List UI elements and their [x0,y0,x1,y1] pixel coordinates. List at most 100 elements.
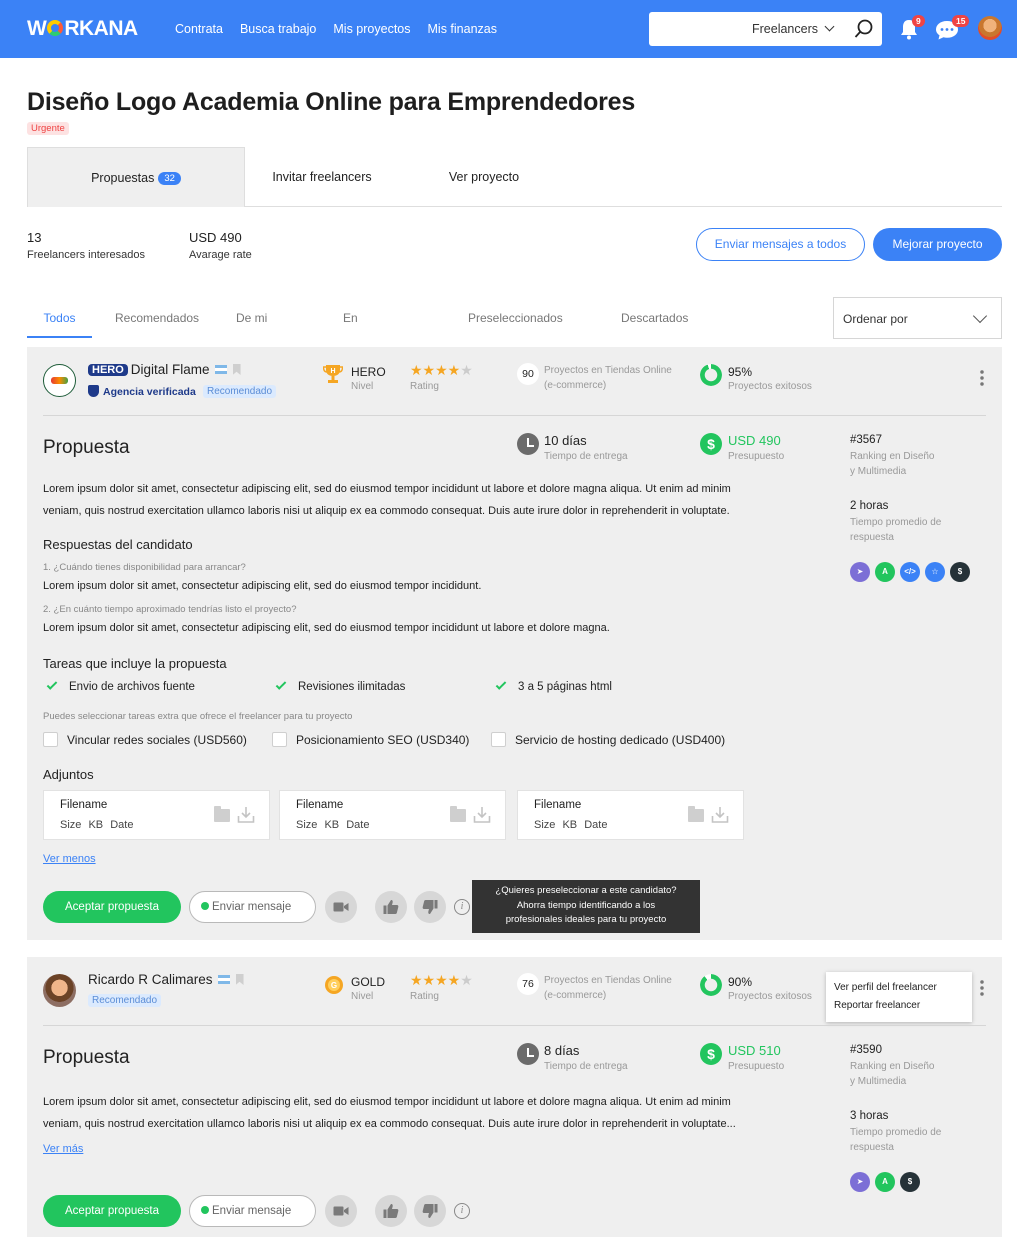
extra-task-label: Vincular redes sociales [67,733,191,747]
extra-task-checkbox[interactable]: Servicio de hosting dedicado (USD400) [491,732,725,747]
proposals-count-badge: 32 [158,172,181,185]
checkbox[interactable] [43,732,58,747]
checkbox[interactable] [272,732,287,747]
freelancer-avatar[interactable] [43,974,76,1007]
money-skill-badge-icon: $ [950,562,970,582]
checkbox[interactable] [491,732,506,747]
tab-propuestas[interactable]: Propuestas 32 [27,147,245,207]
bookmark-icon[interactable] [232,364,241,375]
dislike-button[interactable] [414,891,446,923]
workana-logo[interactable]: W RKANA [27,17,138,41]
success-donut [700,364,722,386]
like-button[interactable] [375,1195,407,1227]
attachment-file[interactable]: Filename Size KB Date [43,790,270,840]
extra-task-checkbox[interactable]: Vincular redes sociales (USD560) [43,732,247,747]
included-task: Revisiones ilimitadas [275,679,405,693]
illustrator-skill-badge-icon: A [875,1172,895,1192]
folder-icon[interactable] [214,806,230,822]
bookmark-icon[interactable] [235,974,244,985]
freelancer-name[interactable]: Digital Flame [131,362,210,377]
search-box: Freelancers [649,12,882,46]
tooltip-line2: Ahorra tiempo identificando a los [516,899,656,911]
send-message-button[interactable]: Enviar mensaje [189,1195,316,1227]
nav-busca-trabajo[interactable]: Busca trabajo [240,22,316,36]
proposal-description-line2: veniam, quis nostrud exercitation ullamc… [43,1118,736,1130]
thumbs-down-icon [422,1204,438,1218]
code-skill-badge-icon: </> [900,562,920,582]
search-input[interactable] [657,19,747,39]
projects-text-line2: (e-commerce) [544,990,607,1001]
user-avatar[interactable] [978,16,1002,40]
nav-mis-finanzas[interactable]: Mis finanzas [428,22,497,36]
video-camera-icon [333,902,349,912]
proposal-card: HERO Digital Flame Agencia verificada Rec… [27,347,1002,940]
nav-contrata[interactable]: Contrata [175,22,223,36]
projects-text: Proyectos en Tiendas Online (e-commerce) [544,363,672,393]
info-icon[interactable]: i [454,1203,470,1219]
included-task: Envio de archivos fuente [46,679,195,693]
more-options-icon[interactable] [980,369,984,387]
proposal-description-line1: Lorem ipsum dolor sit amet, consectetur … [43,1096,731,1108]
video-call-button[interactable] [325,891,357,923]
average-rate-label: Avarage rate [189,249,252,261]
tab-ver-proyecto[interactable]: Ver proyecto [427,147,541,207]
delivery-time: 10 días [544,433,587,448]
file-name: Filename [60,799,108,811]
check-icon [495,679,507,690]
show-more-link[interactable]: Ver más [43,1143,83,1155]
filter-en-conversacion[interactable]: En conversación [343,300,414,361]
sort-select[interactable]: Ordenar por [833,297,1002,339]
extra-task-label: Servicio de hosting dedicado [515,733,669,747]
proposal-heading: Propuesta [43,437,130,458]
nav-mis-proyectos[interactable]: Mis proyectos [333,22,410,36]
filter-todos[interactable]: Todos [27,300,92,338]
extra-task-price: (USD560) [193,733,247,747]
shortlist-tooltip: ¿Quieres preseleccionar a este candidato… [472,880,700,933]
download-icon[interactable] [711,806,729,824]
menu-view-profile[interactable]: Ver perfil del freelancer [834,982,937,993]
freelancer-avatar[interactable] [43,364,76,397]
like-button[interactable] [375,891,407,923]
search-icon[interactable] [854,19,874,39]
video-camera-icon [333,1206,349,1216]
send-message-label: Enviar mensaje [212,901,292,913]
accept-proposal-button[interactable]: Aceptar propuesta [43,891,181,923]
main-nav: Contrata Busca trabajo Mis proyectos Mis… [175,22,497,36]
extra-task-price: (USD400) [671,733,726,747]
download-icon[interactable] [237,806,255,824]
ranking-number: #3590 [850,1044,882,1056]
check-icon [275,679,287,690]
tab-invitar[interactable]: Invitar freelancers [245,147,399,207]
info-icon[interactable]: i [454,899,470,915]
ranking-label-line1: Ranking en Diseño [850,1061,935,1072]
filter-preseleccionados[interactable]: Preseleccionados2 [468,300,563,364]
filter-descartados[interactable]: Descartados [621,300,688,338]
filter-de-mi-equipo[interactable]: De mi equipo [236,300,272,361]
folder-icon[interactable] [450,806,466,822]
freelancer-name[interactable]: Ricardo R Calimares [88,972,213,987]
argentina-flag-icon [214,365,227,374]
menu-report-freelancer[interactable]: Reportar freelancer [834,1000,920,1011]
attachment-file[interactable]: Filename Size KB Date [517,790,744,840]
more-options-icon[interactable] [980,979,984,997]
proposal-heading: Propuesta [43,1047,130,1068]
extra-task-checkbox[interactable]: Posicionamiento SEO (USD340) [272,732,469,747]
video-call-button[interactable] [325,1195,357,1227]
delivery-label: Tiempo de entrega [544,451,628,462]
show-less-link[interactable]: Ver menos [43,853,96,865]
folder-icon[interactable] [688,806,704,822]
verified-shield-icon [88,385,99,397]
message-all-button[interactable]: Enviar mensajes a todos [696,228,865,261]
accept-proposal-button[interactable]: Aceptar propuesta [43,1195,181,1227]
send-message-button[interactable]: Enviar mensaje [189,891,316,923]
freelancer-name-row: HERO Digital Flame [88,362,241,377]
download-icon[interactable] [473,806,491,824]
search-scope-select[interactable]: Freelancers [752,21,835,36]
dislike-button[interactable] [414,1195,446,1227]
recommended-tag: Recomendado [203,385,277,398]
filter-recomendados[interactable]: Recomendados [115,300,199,338]
ranking-label-line1: Ranking en Diseño [850,451,935,462]
attachment-file[interactable]: Filename Size KB Date [279,790,506,840]
answer-1: Lorem ipsum dolor sit amet, consectetur … [43,580,482,592]
upgrade-project-button[interactable]: Mejorar proyecto [873,228,1002,261]
